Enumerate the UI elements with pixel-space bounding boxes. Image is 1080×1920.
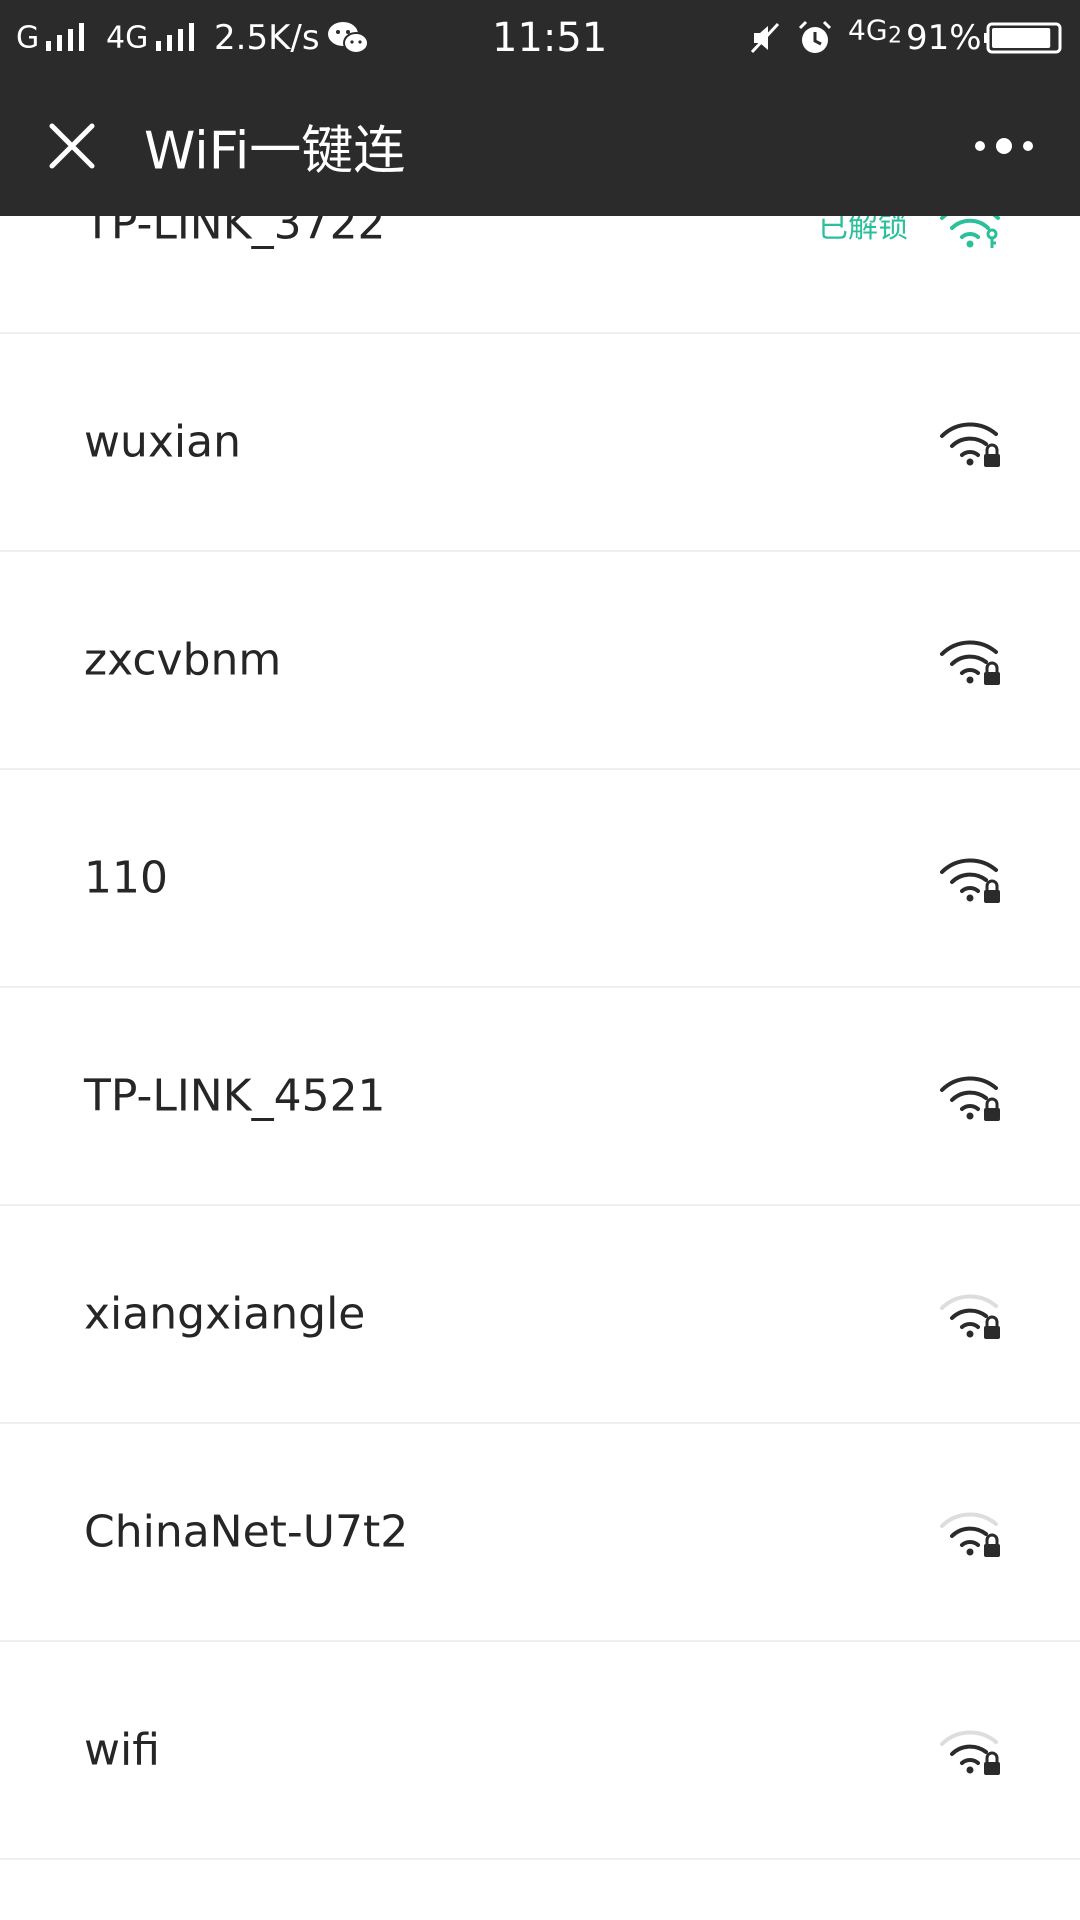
wifi-locked-icon <box>940 1076 1000 1121</box>
network-speed: 2.5K/s <box>214 18 320 58</box>
network-type-label: 4G <box>848 13 888 47</box>
wifi-network-name: wifi <box>84 1724 160 1776</box>
wifi-locked-icon <box>940 640 1000 685</box>
wifi-locked-icon <box>940 1294 1000 1339</box>
wifi-network-name: 110 <box>84 852 168 904</box>
wifi-network-name: xiangxiangle <box>84 1288 366 1340</box>
wifi-locked-icon <box>940 1512 1000 1557</box>
wifi-network-name: TP-LINK_4521 <box>84 1070 386 1122</box>
page-title: WiFi一键连 <box>144 121 406 182</box>
close-icon <box>49 123 95 169</box>
app-bar: WiFi一键连 <box>0 76 1080 216</box>
close-button[interactable] <box>36 110 108 182</box>
wifi-locked-icon <box>940 858 1000 903</box>
wifi-row[interactable]: xiangxiangle <box>0 1206 1080 1424</box>
wifi-network-name: ChinaNet-U7t2 <box>84 1506 409 1558</box>
sim-slot-label: 2 <box>888 23 902 49</box>
battery-icon <box>984 22 1062 54</box>
wifi-row[interactable]: zxcvbnm <box>0 552 1080 770</box>
wifi-row[interactable]: wifi <box>0 1642 1080 1860</box>
clock-time: 11:51 <box>492 15 608 61</box>
wifi-row[interactable]: ChinaNet-U7t2 <box>0 1424 1080 1642</box>
more-options-button[interactable] <box>964 116 1044 176</box>
more-dots-icon <box>975 138 1033 154</box>
mute-icon <box>750 22 780 54</box>
alarm-clock-icon <box>798 20 832 53</box>
status-bar: G 4G 2.5K/s 11:51 4G 2 91% <box>0 0 1080 76</box>
carrier-2-label: 4G <box>106 20 149 56</box>
wifi-locked-icon <box>940 1730 1000 1775</box>
signal-bars-icon <box>46 23 84 51</box>
wifi-row[interactable]: 110 <box>0 770 1080 988</box>
signal-bars-icon <box>156 23 194 51</box>
wifi-network-name: zxcvbnm <box>84 634 282 686</box>
carrier-1-label: G <box>16 20 40 56</box>
wifi-row[interactable]: TP-LINK_4521 <box>0 988 1080 1206</box>
wifi-network-name: wuxian <box>84 416 241 468</box>
wifi-locked-icon <box>940 422 1000 467</box>
wechat-icon <box>328 22 369 54</box>
battery-percent: 91% <box>906 18 982 58</box>
wifi-row[interactable]: wuxian <box>0 334 1080 552</box>
